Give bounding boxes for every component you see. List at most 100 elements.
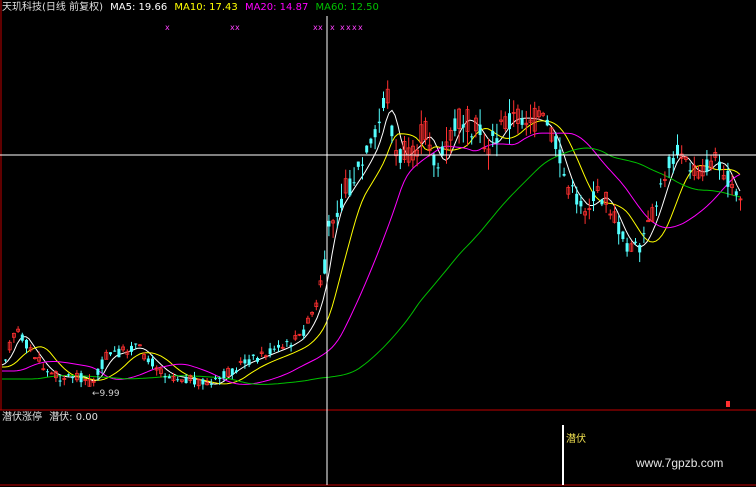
indicator-header: 潜伏涨停 潜伏: 0.00 bbox=[2, 412, 102, 424]
candle-body-down bbox=[176, 379, 180, 381]
candle-body-down bbox=[655, 205, 658, 207]
candle-body-down bbox=[390, 125, 394, 137]
candle-body-down bbox=[461, 124, 465, 128]
candle-body-down bbox=[251, 354, 255, 356]
candle-body-down bbox=[365, 145, 369, 153]
watermark: www.7gpzb.com bbox=[636, 456, 724, 470]
candle-body-down bbox=[575, 193, 579, 205]
candle-body-down bbox=[20, 334, 24, 341]
candle-body-down bbox=[4, 359, 7, 361]
candle-body-down bbox=[201, 379, 205, 385]
crosshair bbox=[0, 16, 756, 485]
candle-body-down bbox=[113, 350, 117, 352]
indicator-label: 潜伏涨停 bbox=[2, 412, 42, 423]
candle-body-down bbox=[235, 370, 238, 373]
candle-body-down bbox=[545, 119, 549, 126]
candle-body-down bbox=[302, 329, 306, 336]
stock-title: 天玑科技(日线 前复权) bbox=[2, 2, 103, 13]
candle-body-down bbox=[134, 343, 138, 345]
candle-body-down bbox=[222, 371, 226, 378]
candle-body-down bbox=[520, 118, 524, 125]
candle-body-down bbox=[478, 124, 482, 136]
candle-body-down bbox=[109, 352, 112, 355]
candle-body-down bbox=[369, 138, 373, 144]
candle-body-down bbox=[46, 371, 49, 373]
candle-body-down bbox=[642, 233, 646, 235]
candle-body-down bbox=[67, 374, 70, 376]
candle-body-down bbox=[256, 357, 259, 362]
candle-body-down bbox=[571, 185, 574, 187]
ma10-line bbox=[2, 120, 741, 385]
marker-x: x bbox=[358, 23, 363, 32]
candle-body-down bbox=[558, 149, 562, 164]
candle-body-down bbox=[184, 377, 188, 384]
candle-body-down bbox=[718, 161, 721, 171]
candle-body-down bbox=[277, 344, 280, 348]
candle-body-down bbox=[327, 220, 331, 227]
ma20-value: MA20: 14.87 bbox=[244, 2, 309, 13]
candle-body-down bbox=[100, 359, 104, 369]
candle-body-down bbox=[453, 118, 457, 131]
candle-body-down bbox=[432, 154, 436, 166]
candle-body-down bbox=[96, 368, 100, 375]
candle-body-down bbox=[268, 348, 272, 355]
marker-x: x bbox=[330, 23, 335, 32]
candle-body-down bbox=[600, 199, 604, 205]
candle-body-down bbox=[634, 241, 637, 243]
candle-body-down bbox=[726, 170, 730, 187]
axis-marker bbox=[726, 401, 730, 407]
candle-body-down bbox=[373, 129, 377, 138]
ma10-value: MA10: 17.43 bbox=[174, 2, 238, 13]
candle-body-down bbox=[667, 156, 671, 169]
candle-body-down bbox=[209, 383, 213, 385]
low-price-label: ←9.99 bbox=[92, 389, 120, 399]
candle-body-down bbox=[671, 157, 675, 164]
candle-body-down bbox=[193, 377, 196, 385]
price-chart-svg[interactable]: xxxxxxxxxx bbox=[0, 0, 756, 487]
marker-x: x bbox=[346, 23, 351, 32]
candle-body-down bbox=[25, 339, 28, 349]
stock-chart[interactable]: xxxxxxxxxx 天玑科技(日线 前复权) MA5: 19.66 MA10:… bbox=[0, 0, 756, 487]
candle-body-down bbox=[285, 341, 289, 343]
candle-body-down bbox=[289, 344, 293, 347]
indicator-value: 潜伏: 0.00 bbox=[49, 412, 99, 423]
candle-body-down bbox=[335, 212, 339, 217]
candle-body-down bbox=[621, 231, 625, 240]
candle-body-down bbox=[163, 376, 167, 378]
candle-body-down bbox=[495, 138, 499, 144]
marker-x: x bbox=[352, 23, 357, 32]
candle-body-down bbox=[659, 183, 663, 185]
candle-body-down bbox=[146, 358, 150, 363]
signal-label: 潜伏 bbox=[566, 434, 586, 445]
candle-body-down bbox=[562, 173, 566, 176]
candle-body-down bbox=[705, 159, 709, 172]
candle-body-down bbox=[243, 359, 247, 364]
candle-body-down bbox=[348, 178, 352, 196]
ma5-value: MA5: 19.66 bbox=[110, 2, 168, 13]
ma5-line bbox=[1, 109, 741, 385]
candle-body-down bbox=[491, 130, 495, 136]
candle-body-down bbox=[356, 161, 360, 167]
candle-body-down bbox=[638, 244, 642, 253]
candle-body-down bbox=[352, 182, 356, 184]
candle-body-down bbox=[592, 191, 595, 202]
candle-body-down bbox=[625, 243, 629, 252]
candle-body-down bbox=[508, 113, 511, 130]
marker-x: x bbox=[340, 23, 345, 32]
candle-body-down bbox=[377, 121, 381, 124]
candle-body-down bbox=[470, 136, 474, 138]
chart-header: 天玑科技(日线 前复权) MA5: 19.66 MA10: 17.43 MA20… bbox=[2, 1, 383, 15]
candle-body-down bbox=[214, 378, 217, 380]
candle-body-down bbox=[71, 377, 75, 379]
marker-x: x bbox=[318, 23, 323, 32]
candle-body-down bbox=[340, 198, 343, 208]
candle-body-down bbox=[554, 136, 558, 150]
candle-body-down bbox=[440, 146, 444, 156]
candle-body-down bbox=[617, 221, 621, 235]
candle-body-down bbox=[436, 167, 440, 169]
candle-body-down bbox=[676, 144, 679, 156]
candle-body-down bbox=[323, 259, 327, 274]
chart-frame bbox=[0, 0, 756, 486]
ma20-line bbox=[2, 132, 741, 385]
moving-average-lines bbox=[1, 109, 741, 385]
